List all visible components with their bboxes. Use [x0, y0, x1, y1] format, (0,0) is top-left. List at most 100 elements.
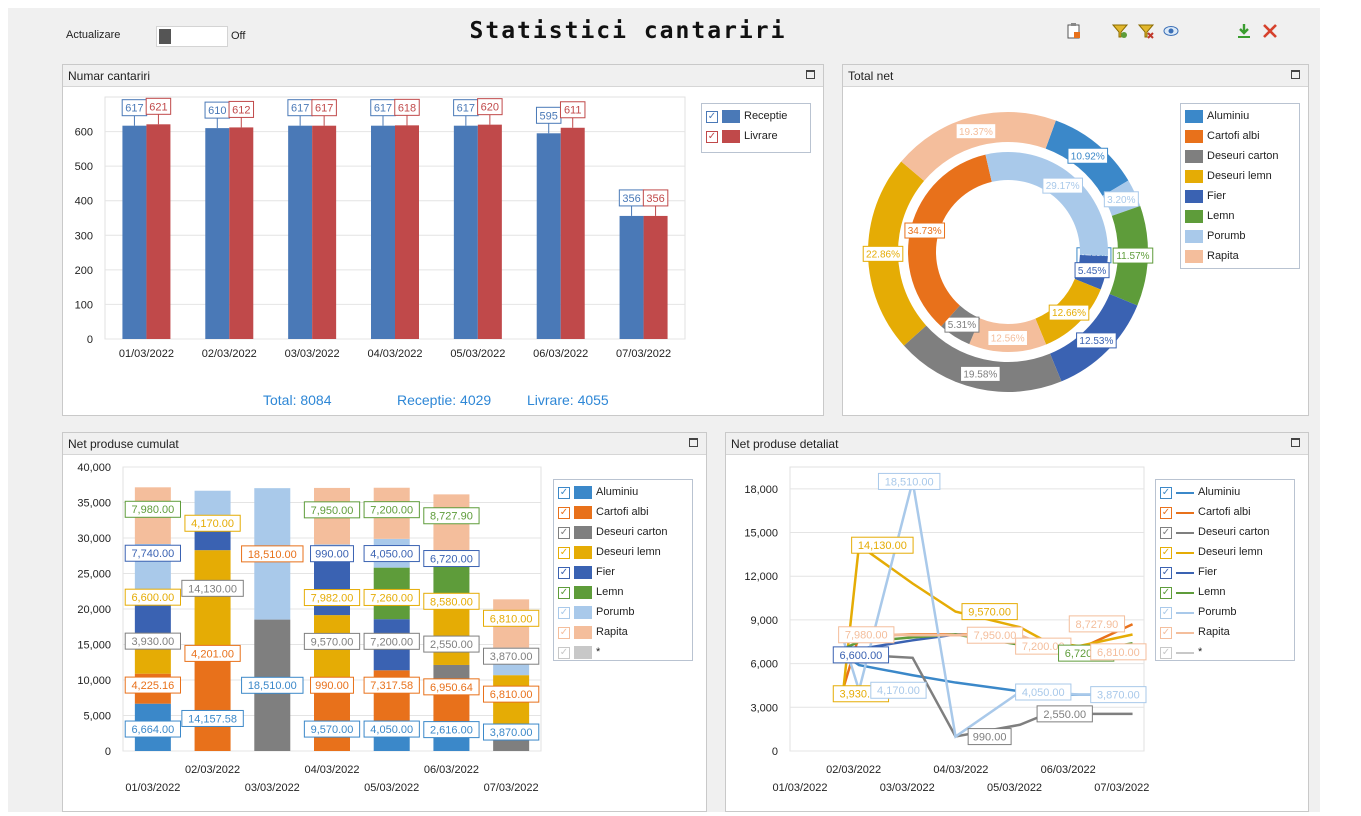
bar: [122, 125, 147, 339]
segment-value-label: 9,570.00: [311, 636, 354, 648]
y-tick-label: 0: [87, 334, 93, 346]
filter-icon[interactable]: [1110, 22, 1130, 42]
top-toolbar: Actualizare Off Statistici cantariri: [8, 8, 1320, 56]
x-tick-label: 03/03/2022: [285, 348, 340, 360]
legend-checkbox[interactable]: ✓: [1160, 627, 1172, 639]
legend-label: Deseuri lemn: [596, 546, 661, 558]
outer-slice-label: 19.58%: [963, 370, 997, 381]
legend-checkbox[interactable]: ✓: [1160, 547, 1172, 559]
legend-swatch: [574, 506, 592, 519]
legend-label: Cartofi albi: [596, 506, 649, 518]
y-tick-label: 100: [75, 299, 93, 311]
legend-checkbox[interactable]: ✓: [558, 607, 570, 619]
panel-title: Numar cantariri: [68, 69, 151, 83]
legend-checkbox[interactable]: ✓: [1160, 487, 1172, 499]
segment-value-label: 18,510.00: [248, 680, 297, 692]
maximize-icon[interactable]: [689, 438, 698, 447]
clear-filter-icon[interactable]: [1136, 22, 1156, 42]
x-tick-label: 05/03/2022: [450, 348, 505, 360]
x-tick-label: 02/03/2022: [826, 764, 881, 776]
x-tick-label: 05/03/2022: [364, 782, 419, 794]
bar-value-label: 620: [481, 102, 499, 114]
toggle-state-label: Off: [231, 30, 246, 42]
segment-value-label: 6,600.00: [131, 592, 174, 604]
bar: [560, 127, 585, 339]
legend-checkbox[interactable]: ✓: [558, 567, 570, 579]
y-tick-label: 3,000: [750, 702, 778, 714]
legend-checkbox[interactable]: ✓: [558, 487, 570, 499]
clipboard-export-icon[interactable]: [1064, 22, 1084, 42]
bar: [229, 127, 254, 339]
legend-swatch: [1176, 512, 1194, 514]
legend-checkbox[interactable]: ✓: [558, 587, 570, 599]
legend-label: Porumb: [1198, 606, 1237, 618]
panel-net-produse-cumulat: Net produse cumulat 0 5,000 10,000 15,000 20…: [62, 432, 707, 812]
maximize-icon[interactable]: [806, 70, 815, 79]
inner-slice-label: 12.56%: [991, 334, 1025, 345]
auto-update-toggle[interactable]: [156, 26, 228, 47]
point-value-label: 4,050.00: [1022, 687, 1065, 699]
y-tick-label: 20,000: [77, 604, 111, 616]
bar: [146, 124, 171, 339]
point-value-label: 18,510.00: [885, 476, 934, 488]
legend-swatch: [574, 526, 592, 539]
x-tick-label: 07/03/2022: [616, 348, 671, 360]
y-tick-label: 600: [75, 127, 93, 139]
point-value-label: 8,727.90: [1075, 619, 1118, 631]
legend-checkbox[interactable]: ✓: [558, 527, 570, 539]
legend-checkbox[interactable]: ✓: [558, 627, 570, 639]
legend-checkbox[interactable]: ✓: [558, 507, 570, 519]
panel-title: Net produse detaliat: [731, 437, 839, 451]
total-count: Total: 8084: [263, 392, 332, 408]
point-value-label: 2,550.00: [1043, 709, 1086, 721]
download-icon[interactable]: [1234, 22, 1254, 42]
close-icon[interactable]: [1260, 22, 1280, 42]
x-tick-label: 01/03/2022: [772, 782, 827, 794]
legend-checkbox[interactable]: ✓: [1160, 507, 1172, 519]
bar: [536, 133, 561, 339]
legend-checkbox[interactable]: ✓: [558, 547, 570, 559]
legend-checkbox[interactable]: ✓: [1160, 567, 1172, 579]
legend-checkbox[interactable]: ✓: [558, 647, 570, 659]
legend-swatch: [1185, 150, 1203, 163]
x-tick-label: 04/03/2022: [933, 764, 988, 776]
x-tick-label: 05/03/2022: [987, 782, 1042, 794]
legend-swatch: [722, 110, 740, 123]
legend-checkbox[interactable]: ✓: [706, 111, 718, 123]
legend-checkbox[interactable]: ✓: [1160, 607, 1172, 619]
inner-slice-label: 29.17%: [1046, 181, 1080, 192]
x-tick-label: 02/03/2022: [202, 348, 257, 360]
inner-slice-label: 34.73%: [908, 226, 942, 237]
x-tick-label: 06/03/2022: [533, 348, 588, 360]
bar: [619, 215, 644, 339]
point-value-label: 3,870.00: [1097, 690, 1140, 702]
maximize-icon[interactable]: [1291, 438, 1300, 447]
legend-swatch: [1176, 632, 1194, 634]
bar-value-label: 618: [398, 102, 416, 114]
legend-checkbox[interactable]: ✓: [1160, 587, 1172, 599]
legend-label: Porumb: [596, 606, 635, 618]
legend-checkbox[interactable]: ✓: [1160, 527, 1172, 539]
segment-value-label: 4,225.16: [131, 680, 174, 692]
segment-value-label: 7,740.00: [131, 548, 174, 560]
segment-value-label: 7,950.00: [311, 505, 354, 517]
x-tick-label: 06/03/2022: [1041, 764, 1096, 776]
legend-label: Cartofi albi: [1207, 130, 1260, 142]
legend-swatch: [574, 546, 592, 559]
y-tick-label: 400: [75, 196, 93, 208]
segment-value-label: 990.00: [315, 549, 349, 561]
legend-label: Deseuri lemn: [1207, 170, 1272, 182]
toggle-knob[interactable]: [159, 29, 171, 44]
maximize-icon[interactable]: [1291, 70, 1300, 79]
outer-slice-label: 10.92%: [1071, 151, 1105, 162]
x-tick-label: 03/03/2022: [245, 782, 300, 794]
legend-swatch: [574, 606, 592, 619]
legend-swatch: [574, 646, 592, 659]
view-icon[interactable]: [1161, 22, 1181, 42]
legend-checkbox[interactable]: ✓: [1160, 647, 1172, 659]
legend-checkbox[interactable]: ✓: [706, 131, 718, 143]
y-tick-label: 5,000: [83, 711, 111, 723]
legend-swatch: [1176, 532, 1194, 534]
stack-segment: [433, 494, 470, 557]
bar-value-label: 356: [622, 193, 640, 205]
